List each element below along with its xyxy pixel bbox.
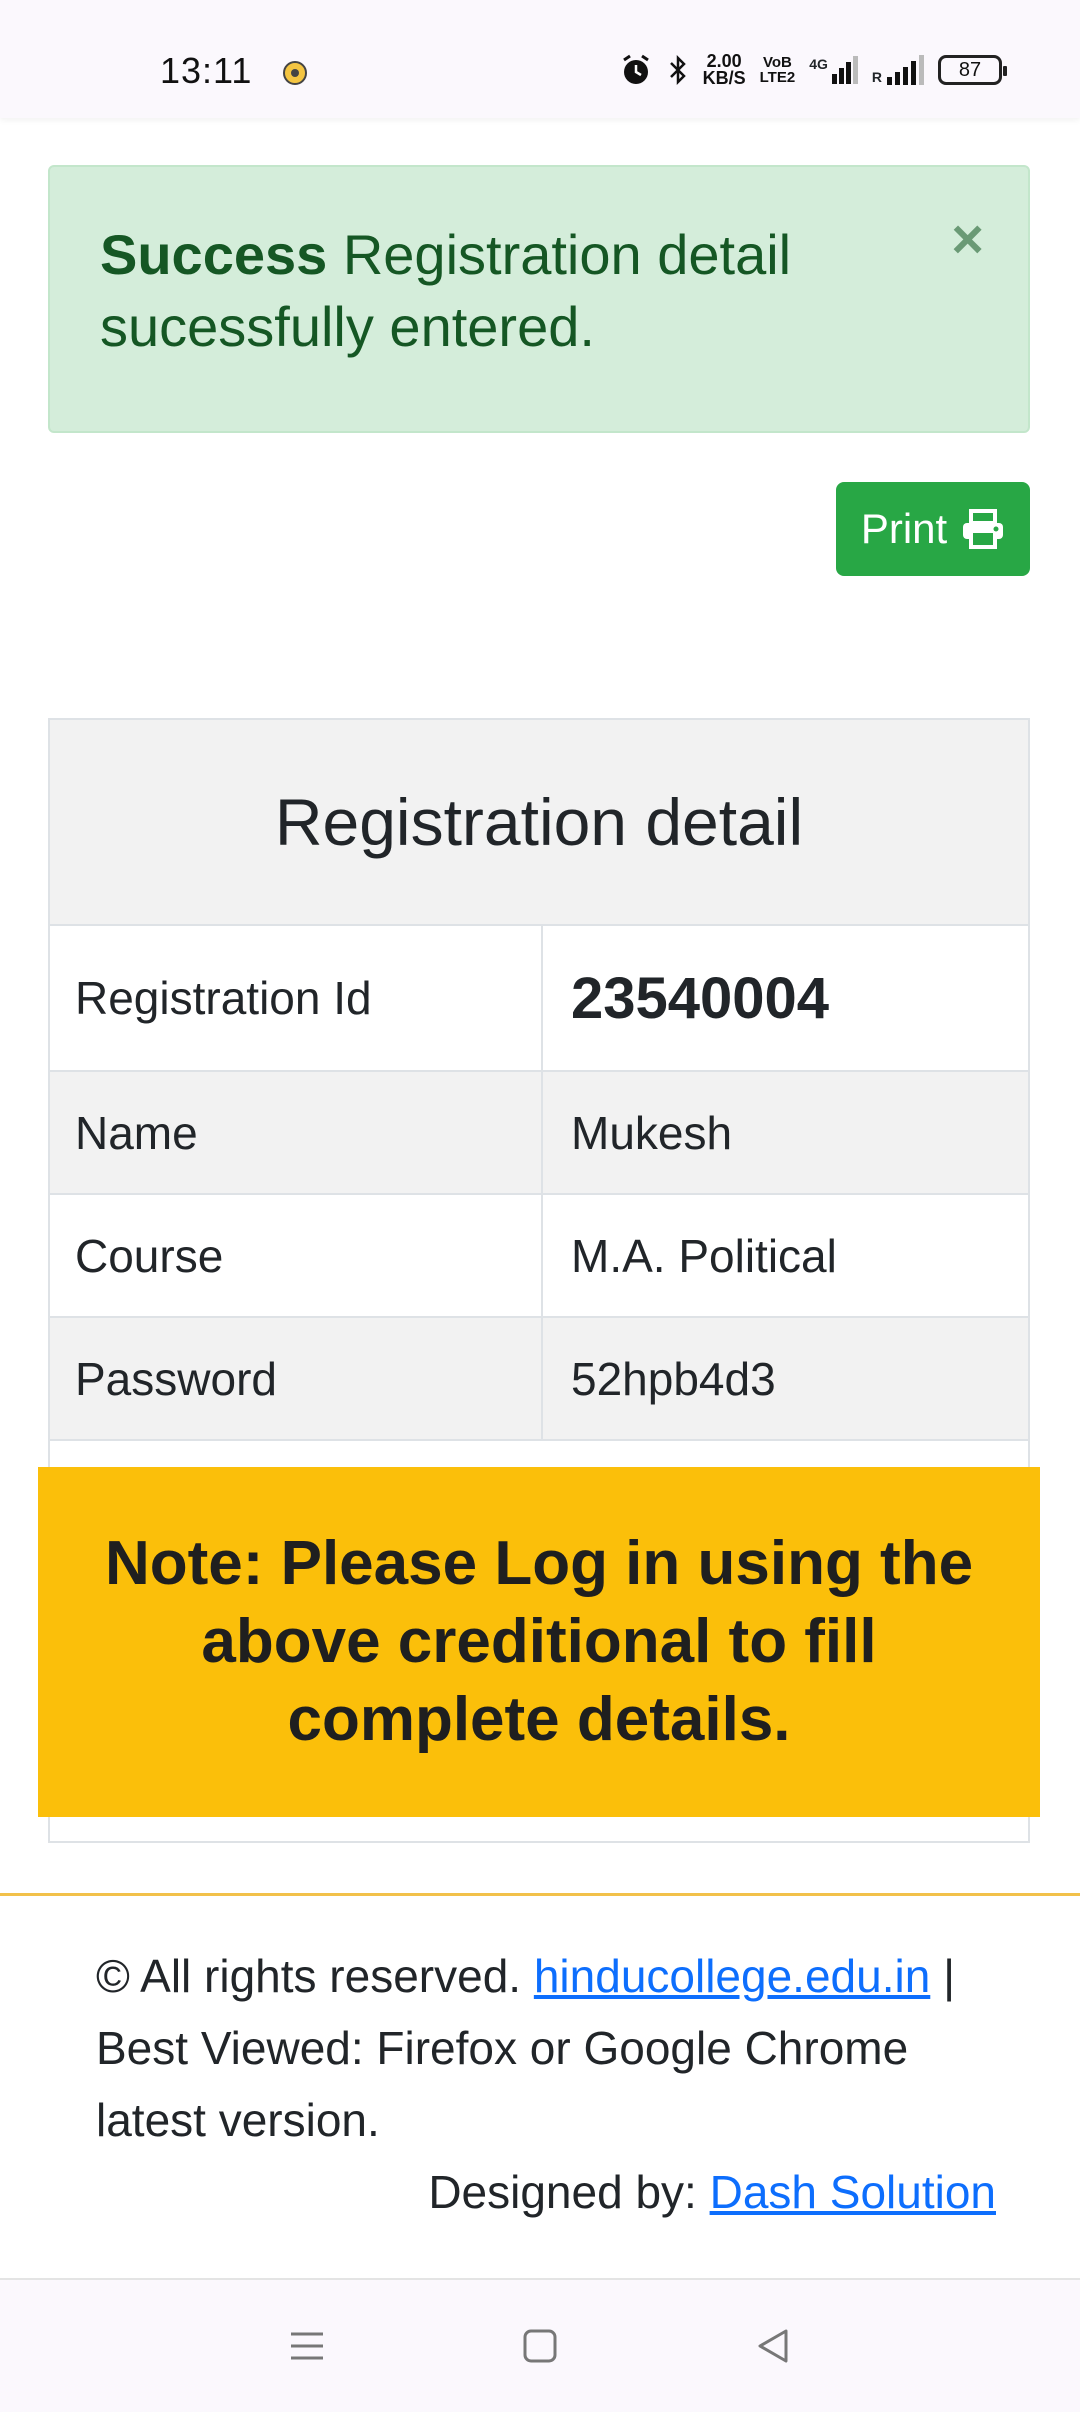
success-alert: Success Registration detail sucessfully … xyxy=(48,165,1030,433)
table-row-name: Name Mukesh xyxy=(50,1072,1028,1195)
row-label: Name xyxy=(50,1072,543,1193)
registration-heading: Registration detail xyxy=(50,720,1028,926)
row-label: Course xyxy=(50,1195,543,1316)
net-speed: 2.00 KB/S xyxy=(702,51,746,88)
password-value: 52hpb4d3 xyxy=(571,1352,776,1405)
footer-rights-line: © All rights reserved. hinducollege.edu.… xyxy=(96,1940,996,2156)
designed-by-line: Designed by: Dash Solution xyxy=(96,2156,996,2228)
app-notification-icon xyxy=(283,61,307,85)
menu-icon xyxy=(290,2332,323,2360)
close-alert-button[interactable]: × xyxy=(951,211,984,267)
table-row-registration-id: Registration Id 23540004 xyxy=(50,926,1028,1072)
table-row-course: Course M.A. Political xyxy=(50,1195,1028,1318)
signal-icon: 4G xyxy=(809,56,858,84)
battery-indicator: 87 xyxy=(938,55,1007,85)
status-icons: 2.00 KB/S VoB LTE2 4G R 87 xyxy=(619,48,1007,92)
back-icon xyxy=(758,2329,788,2363)
volte-indicator: VoB LTE2 xyxy=(759,54,796,86)
bluetooth-icon xyxy=(669,54,686,86)
system-nav-bar xyxy=(0,2280,1080,2412)
footer: © All rights reserved. hinducollege.edu.… xyxy=(96,1940,996,2228)
course-value: M.A. Political xyxy=(571,1229,837,1282)
status-time: 13:11 xyxy=(160,50,253,91)
status-bar: 13:11 2.00 KB/S VoB LTE2 4G R 87 xyxy=(0,0,1080,118)
print-button-label: Print xyxy=(860,505,948,552)
alert-title: Success xyxy=(100,223,328,286)
registration-id-value: 23540004 xyxy=(571,965,830,1031)
print-button[interactable]: Print xyxy=(836,482,1030,576)
designed-by-text: Designed by: xyxy=(428,2166,697,2218)
home-icon xyxy=(523,2329,557,2363)
printer-icon xyxy=(963,509,1004,549)
alarm-icon xyxy=(622,54,649,84)
rights-text: © All rights reserved. xyxy=(96,1950,522,2002)
name-value: Mukesh xyxy=(571,1106,733,1159)
row-label: Password xyxy=(50,1318,543,1439)
row-label: Registration Id xyxy=(50,926,543,1070)
designer-link[interactable]: Dash Solution xyxy=(710,2166,996,2218)
menu-button[interactable] xyxy=(277,2316,337,2376)
site-link[interactable]: hinducollege.edu.in xyxy=(534,1950,930,2002)
table-row-password: Password 52hpb4d3 xyxy=(50,1318,1028,1441)
back-button[interactable] xyxy=(743,2316,803,2376)
signal-icon-sim2: R xyxy=(872,55,924,85)
login-note: Note: Please Log in using the above cred… xyxy=(38,1467,1040,1817)
footer-divider xyxy=(0,1893,1080,1896)
home-button[interactable] xyxy=(510,2316,570,2376)
